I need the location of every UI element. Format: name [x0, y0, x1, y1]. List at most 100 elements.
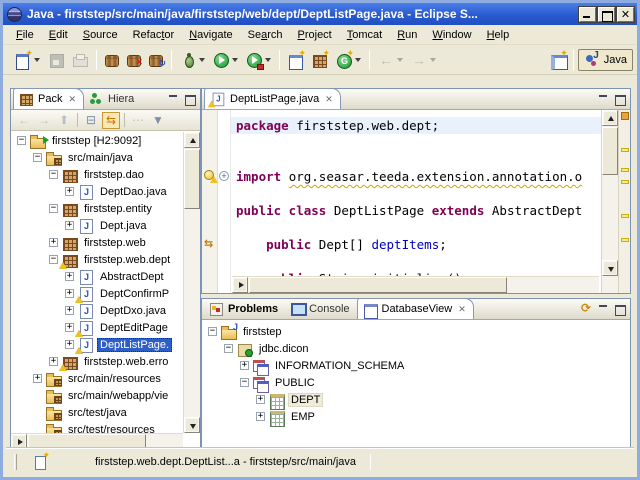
code-line[interactable]: [231, 185, 601, 202]
java-perspective-button[interactable]: Java: [578, 49, 633, 71]
new-wizard-button[interactable]: [12, 49, 43, 71]
minimize-view-button[interactable]: [597, 93, 610, 105]
tab-databaseview[interactable]: DatabaseView✕: [357, 298, 474, 319]
expander[interactable]: −: [49, 255, 58, 264]
tree-item-emp[interactable]: +EMP: [202, 408, 630, 425]
tree-item-firststep-web-erro[interactable]: +firststep.web.erro: [11, 353, 183, 370]
run-button[interactable]: [210, 49, 241, 71]
tree-item-deptdao-java[interactable]: +DeptDao.java: [11, 183, 183, 200]
expander[interactable]: −: [17, 136, 26, 145]
tree-item-deptconfirmp[interactable]: +DeptConfirmP: [11, 285, 183, 302]
expander[interactable]: +: [240, 361, 249, 370]
new-component-button[interactable]: [309, 49, 331, 71]
tree-item-firststep-entity[interactable]: −firststep.entity: [11, 200, 183, 217]
maximize-view-button[interactable]: [613, 303, 626, 315]
tree-item-firststep-web-dept[interactable]: −firststep.web.dept: [11, 251, 183, 268]
menu-help[interactable]: Help: [480, 27, 517, 43]
overview-warning-summary-icon[interactable]: [621, 112, 629, 120]
expander[interactable]: +: [65, 221, 74, 230]
code-line[interactable]: [231, 219, 601, 236]
external-tools-button[interactable]: [243, 49, 274, 71]
tomcat-start-button[interactable]: [102, 49, 122, 70]
tree-item-src-main-resources[interactable]: +src/main/resources: [11, 370, 183, 387]
minimize-button[interactable]: [579, 7, 596, 22]
tree-item-firststep-h2-9092-[interactable]: −firststep [H2:9092]: [11, 132, 183, 149]
expander[interactable]: +: [49, 357, 58, 366]
minimize-view-button[interactable]: [167, 93, 180, 105]
tab-pack[interactable]: Pack✕: [13, 88, 84, 109]
menu-project[interactable]: Project: [291, 27, 339, 43]
tree-item-abstractdept[interactable]: +AbstractDept: [11, 268, 183, 285]
code-line[interactable]: package firststep.web.dept;: [231, 117, 601, 134]
maximize-view-button[interactable]: [183, 93, 196, 105]
minimize-view-button[interactable]: [597, 303, 610, 315]
expander[interactable]: +: [65, 272, 74, 281]
warning-mark[interactable]: [621, 148, 629, 152]
tree-item-firststep-dao[interactable]: −firststep.dao: [11, 166, 183, 183]
dropdown-arrow-icon[interactable]: [397, 58, 403, 62]
warning-mark[interactable]: [621, 238, 629, 242]
close-tab-icon[interactable]: ✕: [66, 94, 76, 105]
editor-tab-deptlistpage[interactable]: DeptListPage.java ✕: [204, 88, 341, 109]
menu-navigate[interactable]: Navigate: [182, 27, 239, 43]
code-line[interactable]: public Dept[] deptItems;: [231, 236, 601, 253]
debug-button[interactable]: [177, 49, 208, 71]
expander[interactable]: +: [49, 238, 58, 247]
open-perspective-button[interactable]: [547, 49, 569, 71]
expander[interactable]: +: [65, 289, 74, 298]
link-editor-button[interactable]: ⇆: [102, 112, 120, 129]
code-line[interactable]: [231, 151, 601, 168]
tree-item-src-test-resources[interactable]: src/test/resources: [11, 421, 183, 433]
tree-item-deptlistpage-[interactable]: +DeptListPage.: [11, 336, 183, 353]
close-tab-icon[interactable]: ✕: [456, 304, 466, 315]
package-explorer-vscrollbar[interactable]: [183, 132, 200, 433]
tree-item-depteditpage[interactable]: +DeptEditPage: [11, 319, 183, 336]
menu-window[interactable]: Window: [425, 27, 478, 43]
menu-file[interactable]: File: [9, 27, 41, 43]
tab-console[interactable]: Console: [285, 298, 356, 319]
collapse-all-button[interactable]: ⊟: [82, 112, 100, 129]
expander[interactable]: −: [33, 153, 42, 162]
tree-item-information-schema[interactable]: +INFORMATION_SCHEMA: [202, 357, 630, 374]
expander[interactable]: −: [240, 378, 249, 387]
refresh-button[interactable]: [581, 303, 594, 315]
editor-hscrollbar[interactable]: [232, 276, 599, 293]
expander[interactable]: +: [65, 306, 74, 315]
expander[interactable]: +: [65, 340, 74, 349]
warning-mark[interactable]: [621, 168, 629, 172]
folding-ruler[interactable]: +: [218, 110, 231, 293]
code-line[interactable]: [231, 253, 601, 270]
overview-ruler[interactable]: [618, 110, 630, 293]
scroll-up-button[interactable]: [184, 132, 200, 148]
warning-lightbulb-icon[interactable]: [203, 169, 217, 183]
menu-source[interactable]: Source: [76, 27, 125, 43]
tree-item-dept-java[interactable]: +Dept.java: [11, 217, 183, 234]
expander[interactable]: +: [256, 412, 265, 421]
tomcat-stop-button[interactable]: ✕: [124, 49, 144, 70]
expander[interactable]: +: [65, 187, 74, 196]
view-menu-button[interactable]: ▼: [149, 112, 167, 129]
tree-item-dept[interactable]: +DEPT: [202, 391, 630, 408]
close-tab-icon[interactable]: ✕: [323, 94, 333, 105]
menu-run[interactable]: Run: [390, 27, 424, 43]
dropdown-arrow-icon[interactable]: [430, 58, 436, 62]
menu-search[interactable]: Search: [241, 27, 290, 43]
maximize-button[interactable]: [598, 7, 615, 22]
tab-problems[interactable]: Problems: [204, 298, 285, 319]
tree-item-public[interactable]: −PUBLIC: [202, 374, 630, 391]
expander[interactable]: +: [33, 374, 42, 383]
expander[interactable]: −: [49, 170, 58, 179]
tree-item-deptdxo-java[interactable]: +DeptDxo.java: [11, 302, 183, 319]
menu-tomcat[interactable]: Tomcat: [340, 27, 389, 43]
dropdown-arrow-icon[interactable]: [199, 58, 205, 62]
warning-mark[interactable]: [621, 180, 629, 184]
tree-item-src-main-webapp-vie[interactable]: src/main/webapp/vie: [11, 387, 183, 404]
code-area[interactable]: package firststep.web.dept;import org.se…: [231, 110, 601, 293]
scroll-down-button[interactable]: [602, 260, 618, 276]
scroll-thumb[interactable]: [602, 127, 618, 175]
tree-item-firststep-web[interactable]: +firststep.web: [11, 234, 183, 251]
expander[interactable]: −: [224, 344, 233, 353]
code-line[interactable]: public class DeptListPage extends Abstra…: [231, 202, 601, 219]
tree-item-jdbc-dicon[interactable]: −jdbc.dicon: [202, 340, 630, 357]
new-view-button[interactable]: [285, 49, 307, 71]
